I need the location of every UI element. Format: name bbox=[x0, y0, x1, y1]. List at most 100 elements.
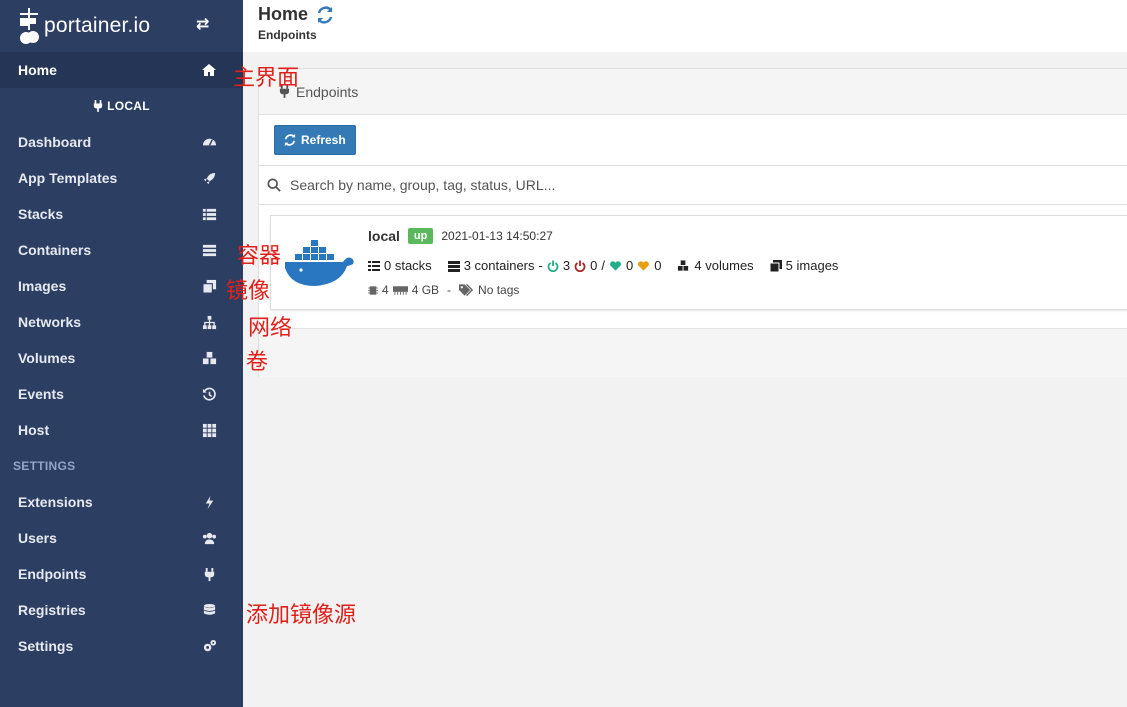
refresh-button-label: Refresh bbox=[301, 133, 346, 147]
sidebar-item-label: Images bbox=[18, 278, 67, 294]
sidebar-item-volumes[interactable]: Volumes bbox=[0, 340, 243, 376]
endpoint-name: local bbox=[368, 228, 400, 244]
search-bar bbox=[259, 165, 1127, 205]
history-icon bbox=[201, 386, 217, 402]
clone-icon bbox=[201, 278, 217, 294]
cogs-icon bbox=[201, 638, 217, 654]
widget-title: Endpoints bbox=[296, 83, 359, 100]
separator-dash: - bbox=[447, 283, 452, 297]
sidebar-item-networks[interactable]: Networks bbox=[0, 304, 243, 340]
refresh-icon bbox=[284, 134, 296, 146]
sidebar-endpoint: LOCAL bbox=[0, 88, 243, 124]
sidebar-item-label: Extensions bbox=[18, 494, 93, 510]
sidebar-item-label: Host bbox=[18, 422, 50, 438]
sidebar-item-images[interactable]: Images bbox=[0, 268, 243, 304]
endpoint-header: local up 2021-01-13 14:50:27 bbox=[368, 228, 553, 244]
endpoint-card[interactable]: local up 2021-01-13 14:50:27 0 stacks 3 … bbox=[270, 215, 1127, 310]
unhealthy-count: 0 bbox=[654, 258, 662, 273]
search-input[interactable] bbox=[290, 177, 890, 193]
memory-icon bbox=[392, 286, 408, 295]
clone-icon bbox=[769, 259, 782, 272]
sidebar-item-home[interactable]: Home bbox=[0, 52, 243, 88]
rocket-icon bbox=[201, 170, 217, 186]
power-off-icon bbox=[574, 260, 586, 272]
volumes-count: 4 volumes bbox=[694, 258, 754, 273]
toggle-sidebar-icon[interactable]: ⇄ bbox=[196, 14, 209, 34]
annotation-volumes: 卷 bbox=[246, 350, 269, 375]
annotation-home: 主界面 bbox=[233, 66, 300, 91]
sidebar-item-endpoints[interactable]: Endpoints bbox=[0, 556, 243, 592]
endpoint-name: LOCAL bbox=[107, 99, 150, 113]
sidebar-item-label: Volumes bbox=[18, 350, 76, 366]
refresh-icon[interactable] bbox=[316, 6, 334, 24]
endpoint-date: 2021-01-13 14:50:27 bbox=[441, 229, 553, 243]
cpu-count: 4 bbox=[382, 283, 389, 297]
sidebar-item-label: Home bbox=[18, 62, 57, 78]
sidebar-item-label: Stacks bbox=[18, 206, 64, 222]
users-icon bbox=[201, 530, 217, 546]
healthy-count: 0 bbox=[625, 258, 634, 273]
sidebar-item-label: Users bbox=[18, 530, 57, 546]
search-icon bbox=[267, 178, 281, 192]
sidebar-item-label: Settings bbox=[18, 638, 74, 654]
widget-footer bbox=[259, 328, 1127, 377]
page-title: Home bbox=[258, 4, 334, 25]
sidebar-item-events[interactable]: Events bbox=[0, 376, 243, 412]
endpoint-resources: 4 4 GB - No tags bbox=[368, 283, 519, 297]
power-on-icon bbox=[547, 260, 559, 272]
stacks-count: 0 stacks bbox=[384, 258, 432, 273]
plug-icon bbox=[201, 566, 217, 582]
stopped-count: 0 bbox=[590, 258, 598, 273]
docker-logo-icon bbox=[285, 240, 354, 286]
heartbeat-warning-icon bbox=[638, 260, 650, 271]
annotation-containers: 容器 bbox=[237, 244, 282, 269]
sidebar-item-host[interactable]: Host bbox=[0, 412, 243, 448]
sidebar-item-dashboard[interactable]: Dashboard bbox=[0, 124, 243, 160]
plug-icon bbox=[93, 100, 103, 112]
running-count: 3 bbox=[562, 258, 571, 273]
annotation-images: 镜像 bbox=[226, 279, 271, 304]
sidebar-item-users[interactable]: Users bbox=[0, 520, 243, 556]
settings-section-title: SETTINGS bbox=[13, 459, 76, 473]
sidebar-item-label: Registries bbox=[18, 602, 86, 618]
database-icon bbox=[201, 602, 217, 618]
sidebar-item-stacks[interactable]: Stacks bbox=[0, 196, 243, 232]
brand[interactable]: portainer.io ⇄ bbox=[0, 0, 243, 52]
endpoint-stats: 0 stacks 3 containers - 3 0 / 0 0 4 volu… bbox=[368, 258, 838, 273]
sidebar-item-label: Events bbox=[18, 386, 64, 402]
sitemap-icon bbox=[201, 314, 217, 330]
page-header: Home Endpoints bbox=[243, 0, 1127, 52]
containers-count: 3 containers bbox=[463, 258, 535, 273]
heartbeat-icon bbox=[609, 260, 621, 271]
cpu-icon bbox=[368, 285, 378, 295]
sidebar-item-extensions[interactable]: Extensions bbox=[0, 484, 243, 520]
sidebar-item-settings[interactable]: Settings bbox=[0, 628, 243, 664]
sidebar-item-containers[interactable]: Containers bbox=[0, 232, 243, 268]
status-badge: up bbox=[407, 228, 434, 244]
sidebar-item-registries[interactable]: Registries bbox=[0, 592, 243, 628]
list-icon bbox=[368, 260, 380, 271]
cubes-icon bbox=[678, 259, 689, 271]
memory-size: 4 GB bbox=[411, 283, 440, 297]
sidebar-item-label: Dashboard bbox=[18, 134, 92, 150]
tags-icon bbox=[459, 284, 474, 296]
cubes-icon bbox=[201, 350, 217, 366]
sidebar-item-app-templates[interactable]: App Templates bbox=[0, 160, 243, 196]
sidebar-item-label: Containers bbox=[18, 242, 92, 258]
widget-header: Endpoints bbox=[259, 69, 1127, 115]
images-count: 5 images bbox=[785, 258, 839, 273]
server-icon bbox=[447, 260, 460, 272]
sidebar-item-label: Networks bbox=[18, 314, 82, 330]
annotation-networks: 网络 bbox=[248, 316, 293, 341]
th-icon bbox=[201, 422, 217, 438]
home-icon bbox=[202, 64, 216, 76]
tags-text: No tags bbox=[478, 283, 520, 297]
refresh-button[interactable]: Refresh bbox=[274, 125, 356, 155]
brand-name: portainer.io bbox=[44, 14, 151, 37]
server-icon bbox=[201, 242, 217, 258]
bolt-icon bbox=[201, 494, 217, 510]
list-icon bbox=[201, 206, 217, 222]
portainer-logo-icon bbox=[20, 8, 39, 44]
dashboard-icon bbox=[201, 134, 217, 150]
breadcrumb: Endpoints bbox=[258, 28, 317, 42]
